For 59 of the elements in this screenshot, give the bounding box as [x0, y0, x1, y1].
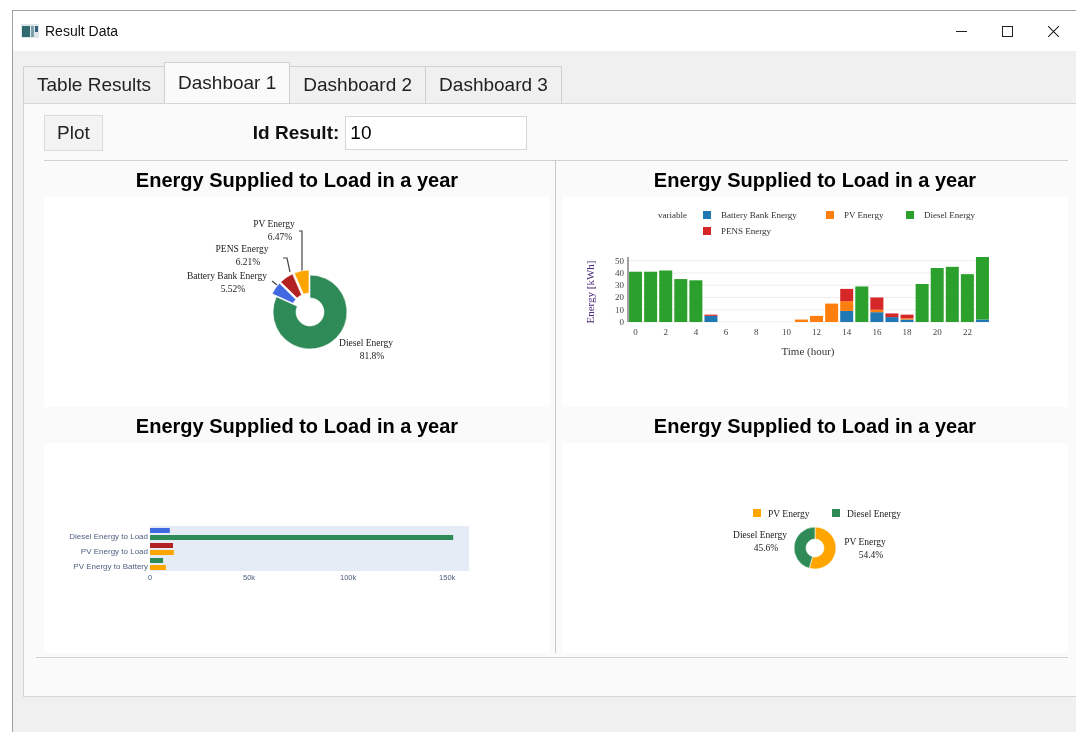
- app-icon: [21, 24, 39, 38]
- slice-label: PV Energy: [844, 537, 886, 547]
- axis-label: Energy [kWh]: [584, 260, 596, 324]
- chart-title: Energy Supplied to Load in a year: [653, 414, 977, 439]
- slice-value: 6.21%: [235, 257, 261, 267]
- tick-label: 18: [902, 327, 912, 337]
- maximize-icon[interactable]: [1001, 25, 1013, 37]
- legend-title: variable: [658, 210, 687, 220]
- slice-label: PENS Energy: [215, 244, 269, 254]
- tick-label: 14: [842, 327, 852, 337]
- leader-line: [282, 257, 291, 273]
- category-label: PV Energy to Load: [80, 547, 148, 556]
- tick-label: 4: [693, 327, 699, 337]
- slice-label: PV Energy: [253, 219, 295, 229]
- tick-label: 40: [615, 267, 624, 278]
- category-label: PV Energy to Battery: [73, 562, 148, 571]
- tab[interactable]: Dashboard 3: [425, 66, 562, 103]
- legend-label: Diesel Energy: [847, 509, 901, 519]
- tick-label: 10: [615, 304, 624, 315]
- tick-label: 0: [619, 317, 624, 327]
- category-label: Diesel Energy to Load: [69, 532, 148, 541]
- axis-label: Time (hour): [781, 345, 835, 357]
- tick-label: 0: [633, 327, 638, 337]
- slice-value: 6.47%: [267, 232, 293, 242]
- slice-label: Diesel Energy: [733, 530, 787, 540]
- slice-value: 81.8%: [359, 351, 385, 361]
- legend-label: Diesel Energy: [924, 210, 976, 220]
- tick-label: 20: [615, 292, 624, 303]
- slice-label: Battery Bank Energy: [187, 271, 267, 281]
- close-icon[interactable]: [1047, 25, 1059, 37]
- tick-label: 6: [723, 327, 729, 337]
- tick-label: 10: [781, 327, 791, 337]
- tick-label: 8: [753, 327, 759, 337]
- plot-button[interactable]: Plot: [44, 115, 103, 151]
- window-title: Result Data: [45, 23, 120, 39]
- chart-title: Energy Supplied to Load in a year: [135, 414, 459, 439]
- id-result-label: Id Result:: [252, 122, 340, 144]
- tick-label: 2: [663, 327, 668, 337]
- chart-title: Energy Supplied to Load in a year: [653, 168, 977, 193]
- minimize-icon[interactable]: [955, 30, 967, 32]
- slice-value: 54.4%: [858, 550, 884, 560]
- tick-label: 12: [812, 327, 822, 337]
- tab[interactable]: Dashboar 1: [164, 62, 291, 103]
- tick-label: 30: [615, 280, 624, 291]
- slice-label: Diesel Energy: [339, 338, 393, 348]
- chart-title: Energy Supplied to Load in a year: [135, 168, 459, 193]
- slice-value: 5.52%: [220, 284, 246, 294]
- legend-label: PV Energy: [768, 509, 810, 519]
- legend-label: PV Energy: [844, 210, 884, 220]
- legend-label: PENS Energy: [721, 226, 772, 236]
- legend-label: Battery Bank Energy: [721, 210, 797, 220]
- leader-line: [271, 280, 278, 286]
- tick-label: 20: [932, 327, 942, 337]
- tick-label: 50: [615, 255, 624, 266]
- slice-value: 45.6%: [753, 543, 779, 553]
- tick-label: 22: [962, 327, 972, 337]
- id-result-field[interactable]: 10: [345, 116, 528, 150]
- tick-label: 16: [872, 327, 882, 337]
- tab[interactable]: Table Results: [23, 66, 166, 103]
